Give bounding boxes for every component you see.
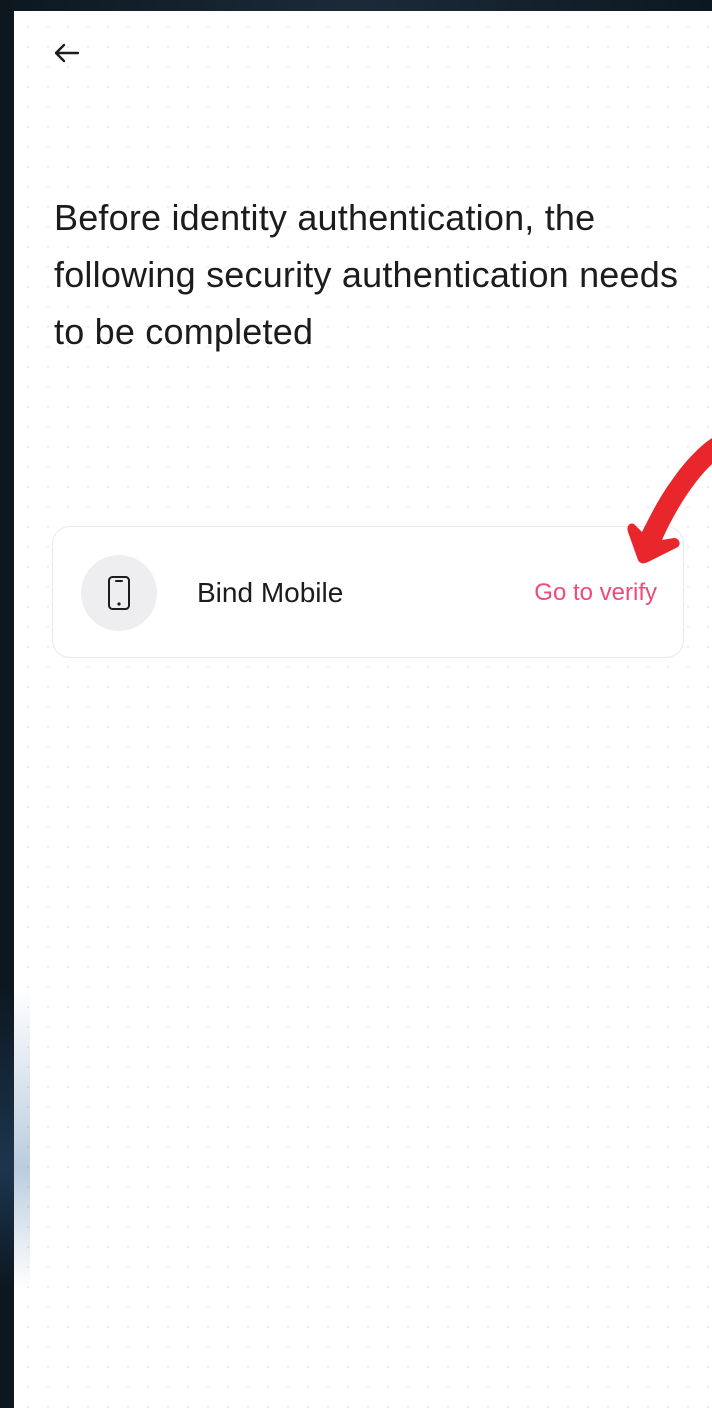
- back-button[interactable]: [46, 35, 90, 75]
- smartphone-icon: [108, 576, 130, 610]
- icon-badge: [81, 555, 157, 631]
- go-to-verify-link[interactable]: Go to verify: [534, 579, 657, 607]
- security-item-label: Bind Mobile: [197, 577, 344, 608]
- app-screen: Before identity authentication, the foll…: [14, 11, 712, 1408]
- security-item-bind-mobile[interactable]: Bind Mobile Go to verify: [52, 526, 684, 658]
- device-frame: Before identity authentication, the foll…: [0, 0, 712, 1408]
- page-title: Before identity authentication, the foll…: [54, 197, 679, 352]
- arrow-left-icon: [54, 43, 80, 63]
